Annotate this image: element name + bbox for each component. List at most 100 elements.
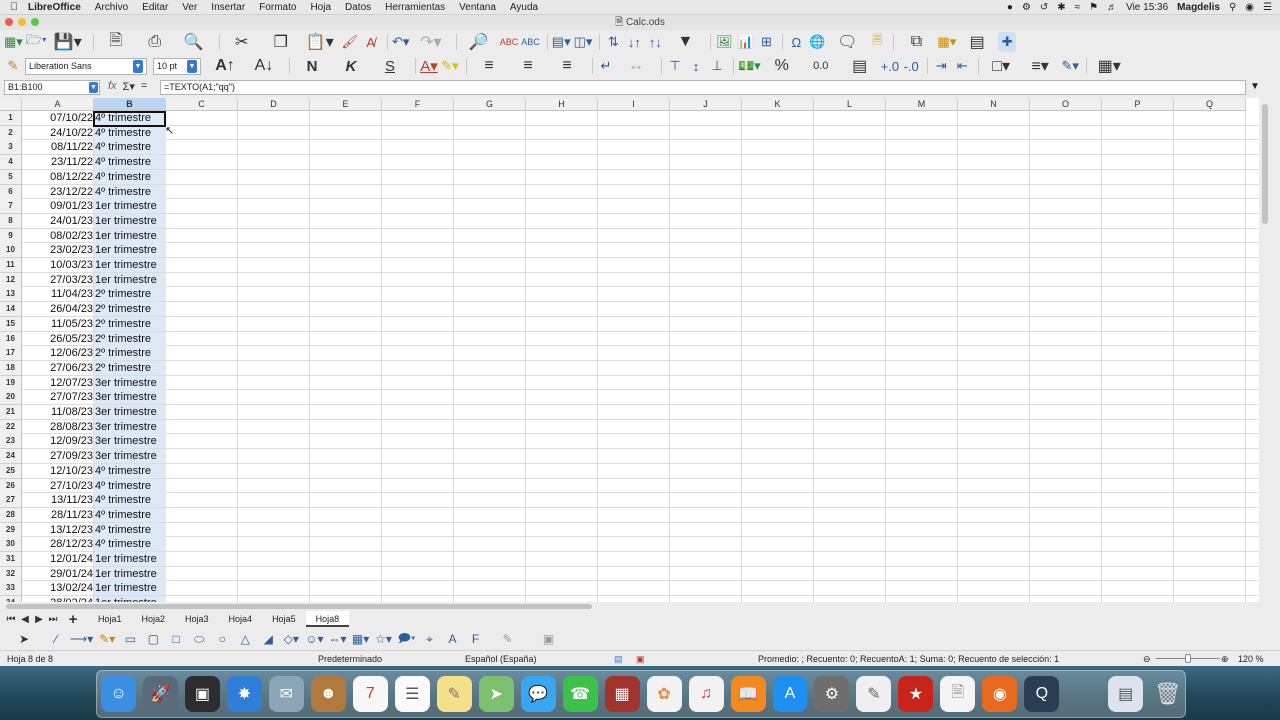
- zoom-in-icon[interactable]: ⊕: [1221, 654, 1229, 665]
- cell-date[interactable]: 08/02/23: [22, 229, 94, 243]
- cell-date[interactable]: 27/03/23: [22, 273, 94, 287]
- cell-date[interactable]: 12/01/24: [22, 552, 94, 566]
- photo-collage-icon[interactable]: ▦: [604, 676, 640, 712]
- border-color-icon[interactable]: ✎▾: [1061, 56, 1079, 76]
- row-header[interactable]: 30: [0, 537, 22, 553]
- align-top-icon[interactable]: ⊤: [666, 56, 684, 76]
- decrease-indent-icon[interactable]: ⇤: [953, 56, 971, 76]
- cell-date[interactable]: 08/12/22: [22, 170, 94, 184]
- cell-date[interactable]: 23/11/22: [22, 155, 94, 169]
- row-header[interactable]: 10: [0, 243, 22, 259]
- column-header[interactable]: Q: [1174, 98, 1246, 111]
- circle-icon[interactable]: ○: [213, 629, 231, 649]
- cell-quarter[interactable]: 2º trimestre: [94, 346, 166, 361]
- zoom-window-button[interactable]: [31, 18, 39, 26]
- column-header[interactable]: F: [382, 98, 454, 111]
- row-header[interactable]: 24: [0, 449, 22, 465]
- column-header[interactable]: B: [94, 98, 166, 111]
- row-header[interactable]: 23: [0, 434, 22, 450]
- callouts-icon[interactable]: 🗩▾: [398, 629, 416, 649]
- notification-center-icon[interactable]: ☰: [1263, 2, 1272, 13]
- cell-quarter[interactable]: 4º trimestre: [94, 125, 166, 140]
- reminders-icon[interactable]: ☰: [394, 676, 430, 712]
- cell-quarter[interactable]: 2º trimestre: [94, 302, 166, 317]
- cell-quarter[interactable]: 1er trimestre: [94, 566, 166, 581]
- cell-quarter[interactable]: 4º trimestre: [94, 184, 166, 199]
- cell-quarter[interactable]: 2º trimestre: [94, 316, 166, 331]
- sheet-tab[interactable]: Hoja3: [175, 611, 219, 627]
- stars-icon[interactable]: ☆▾: [375, 629, 393, 649]
- cell-date[interactable]: 24/01/23: [22, 214, 94, 228]
- function-wizard-icon[interactable]: fx: [108, 80, 117, 93]
- cell-quarter[interactable]: 2º trimestre: [94, 331, 166, 346]
- script-editor-icon[interactable]: ✎: [856, 676, 892, 712]
- messages-icon[interactable]: 💬: [520, 676, 556, 712]
- ellipse-icon[interactable]: ⬭: [190, 629, 208, 649]
- cell-date[interactable]: 29/01/24: [22, 567, 94, 581]
- column-header[interactable]: P: [1102, 98, 1174, 111]
- user-name[interactable]: Magdelis: [1177, 2, 1220, 13]
- cell-date[interactable]: 28/12/23: [22, 537, 94, 551]
- cell-quarter[interactable]: 1er trimestre: [94, 213, 166, 228]
- cell-quarter[interactable]: 4º trimestre: [94, 522, 166, 537]
- formula-icon[interactable]: =: [141, 80, 147, 93]
- cell-date[interactable]: 08/11/22: [22, 140, 94, 154]
- photos-icon[interactable]: ✿: [646, 676, 682, 712]
- row-header[interactable]: 28: [0, 507, 22, 523]
- row-header[interactable]: 16: [0, 331, 22, 347]
- new-document-icon[interactable]: ▦▾: [4, 32, 23, 52]
- row-header[interactable]: 1: [0, 111, 22, 126]
- block-arrows-icon[interactable]: ⇔▾: [329, 629, 347, 649]
- cell-quarter[interactable]: 4º trimestre: [94, 507, 166, 522]
- insert-chart-icon[interactable]: 📊: [736, 32, 754, 52]
- cell-quarter[interactable]: 3er trimestre: [94, 390, 166, 405]
- cell-quarter[interactable]: 4º trimestre: [94, 155, 166, 170]
- cell-date[interactable]: 23/12/22: [22, 185, 94, 199]
- facetime-icon[interactable]: ☎: [562, 676, 598, 712]
- volume-icon[interactable]: ♬: [1107, 2, 1117, 13]
- styles-icon[interactable]: ✎: [4, 56, 22, 76]
- wrap-text-icon[interactable]: ↵: [597, 56, 615, 76]
- document-file-icon[interactable]: 🗎: [940, 676, 976, 712]
- cell-date[interactable]: 11/08/23: [22, 405, 94, 419]
- spreadsheet-grid[interactable]: A B C D E F G H I J K L M N O P Q 1 07/10/22 4º trimestre 2 2…: [0, 98, 1259, 602]
- curve-icon[interactable]: ✎▾: [98, 629, 116, 649]
- acrobat-icon[interactable]: ★: [898, 676, 934, 712]
- cell-quarter[interactable]: 4º trimestre: [94, 463, 166, 478]
- cell-date[interactable]: 12/06/23: [22, 346, 94, 360]
- zoom-level[interactable]: 120 %: [1238, 654, 1264, 664]
- selection-mode-icon[interactable]: ▤: [614, 654, 623, 665]
- row-header[interactable]: 18: [0, 360, 22, 376]
- row-header[interactable]: 5: [0, 169, 22, 185]
- cell-date[interactable]: 28/08/23: [22, 420, 94, 434]
- time-machine-icon[interactable]: ↺: [1040, 2, 1048, 13]
- row-header[interactable]: 13: [0, 287, 22, 303]
- cell-date[interactable]: 27/10/23: [22, 479, 94, 493]
- column-header[interactable]: A: [22, 98, 94, 111]
- column-header[interactable]: J: [670, 98, 742, 111]
- cell-date[interactable]: 07/10/22: [22, 111, 94, 125]
- cell-date[interactable]: 26/04/23: [22, 302, 94, 316]
- chevron-down-icon[interactable]: ▼: [89, 82, 98, 93]
- column-header[interactable]: E: [310, 98, 382, 111]
- expand-formula-icon[interactable]: ▼: [1250, 81, 1260, 92]
- row-header[interactable]: 12: [0, 272, 22, 288]
- row-header[interactable]: 19: [0, 375, 22, 391]
- row-header[interactable]: 33: [0, 581, 22, 597]
- close-window-button[interactable]: [5, 18, 13, 26]
- menu-ventana[interactable]: Ventana: [459, 2, 496, 13]
- cell-date[interactable]: 27/09/23: [22, 449, 94, 463]
- notes-icon[interactable]: ✎: [436, 676, 472, 712]
- triangle-icon[interactable]: △: [236, 629, 254, 649]
- column-header[interactable]: G: [454, 98, 526, 111]
- rounded-rectangle-icon[interactable]: ▢: [144, 629, 162, 649]
- basic-shapes-icon[interactable]: ◇▾: [282, 629, 300, 649]
- cell-quarter[interactable]: 4º trimestre: [94, 169, 166, 184]
- app-menu[interactable]: LibreOffice: [28, 2, 81, 13]
- selection-summary[interactable]: Promedio: ; Recuento: 0; RecuentoA: 1; S…: [758, 654, 1059, 664]
- search-icon[interactable]: ⚲: [1229, 2, 1236, 13]
- cell-quarter[interactable]: 4º trimestre: [94, 537, 166, 552]
- cell-date[interactable]: 13/11/23: [22, 493, 94, 507]
- cell-date[interactable]: 27/07/23: [22, 390, 94, 404]
- row-header[interactable]: 26: [0, 478, 22, 494]
